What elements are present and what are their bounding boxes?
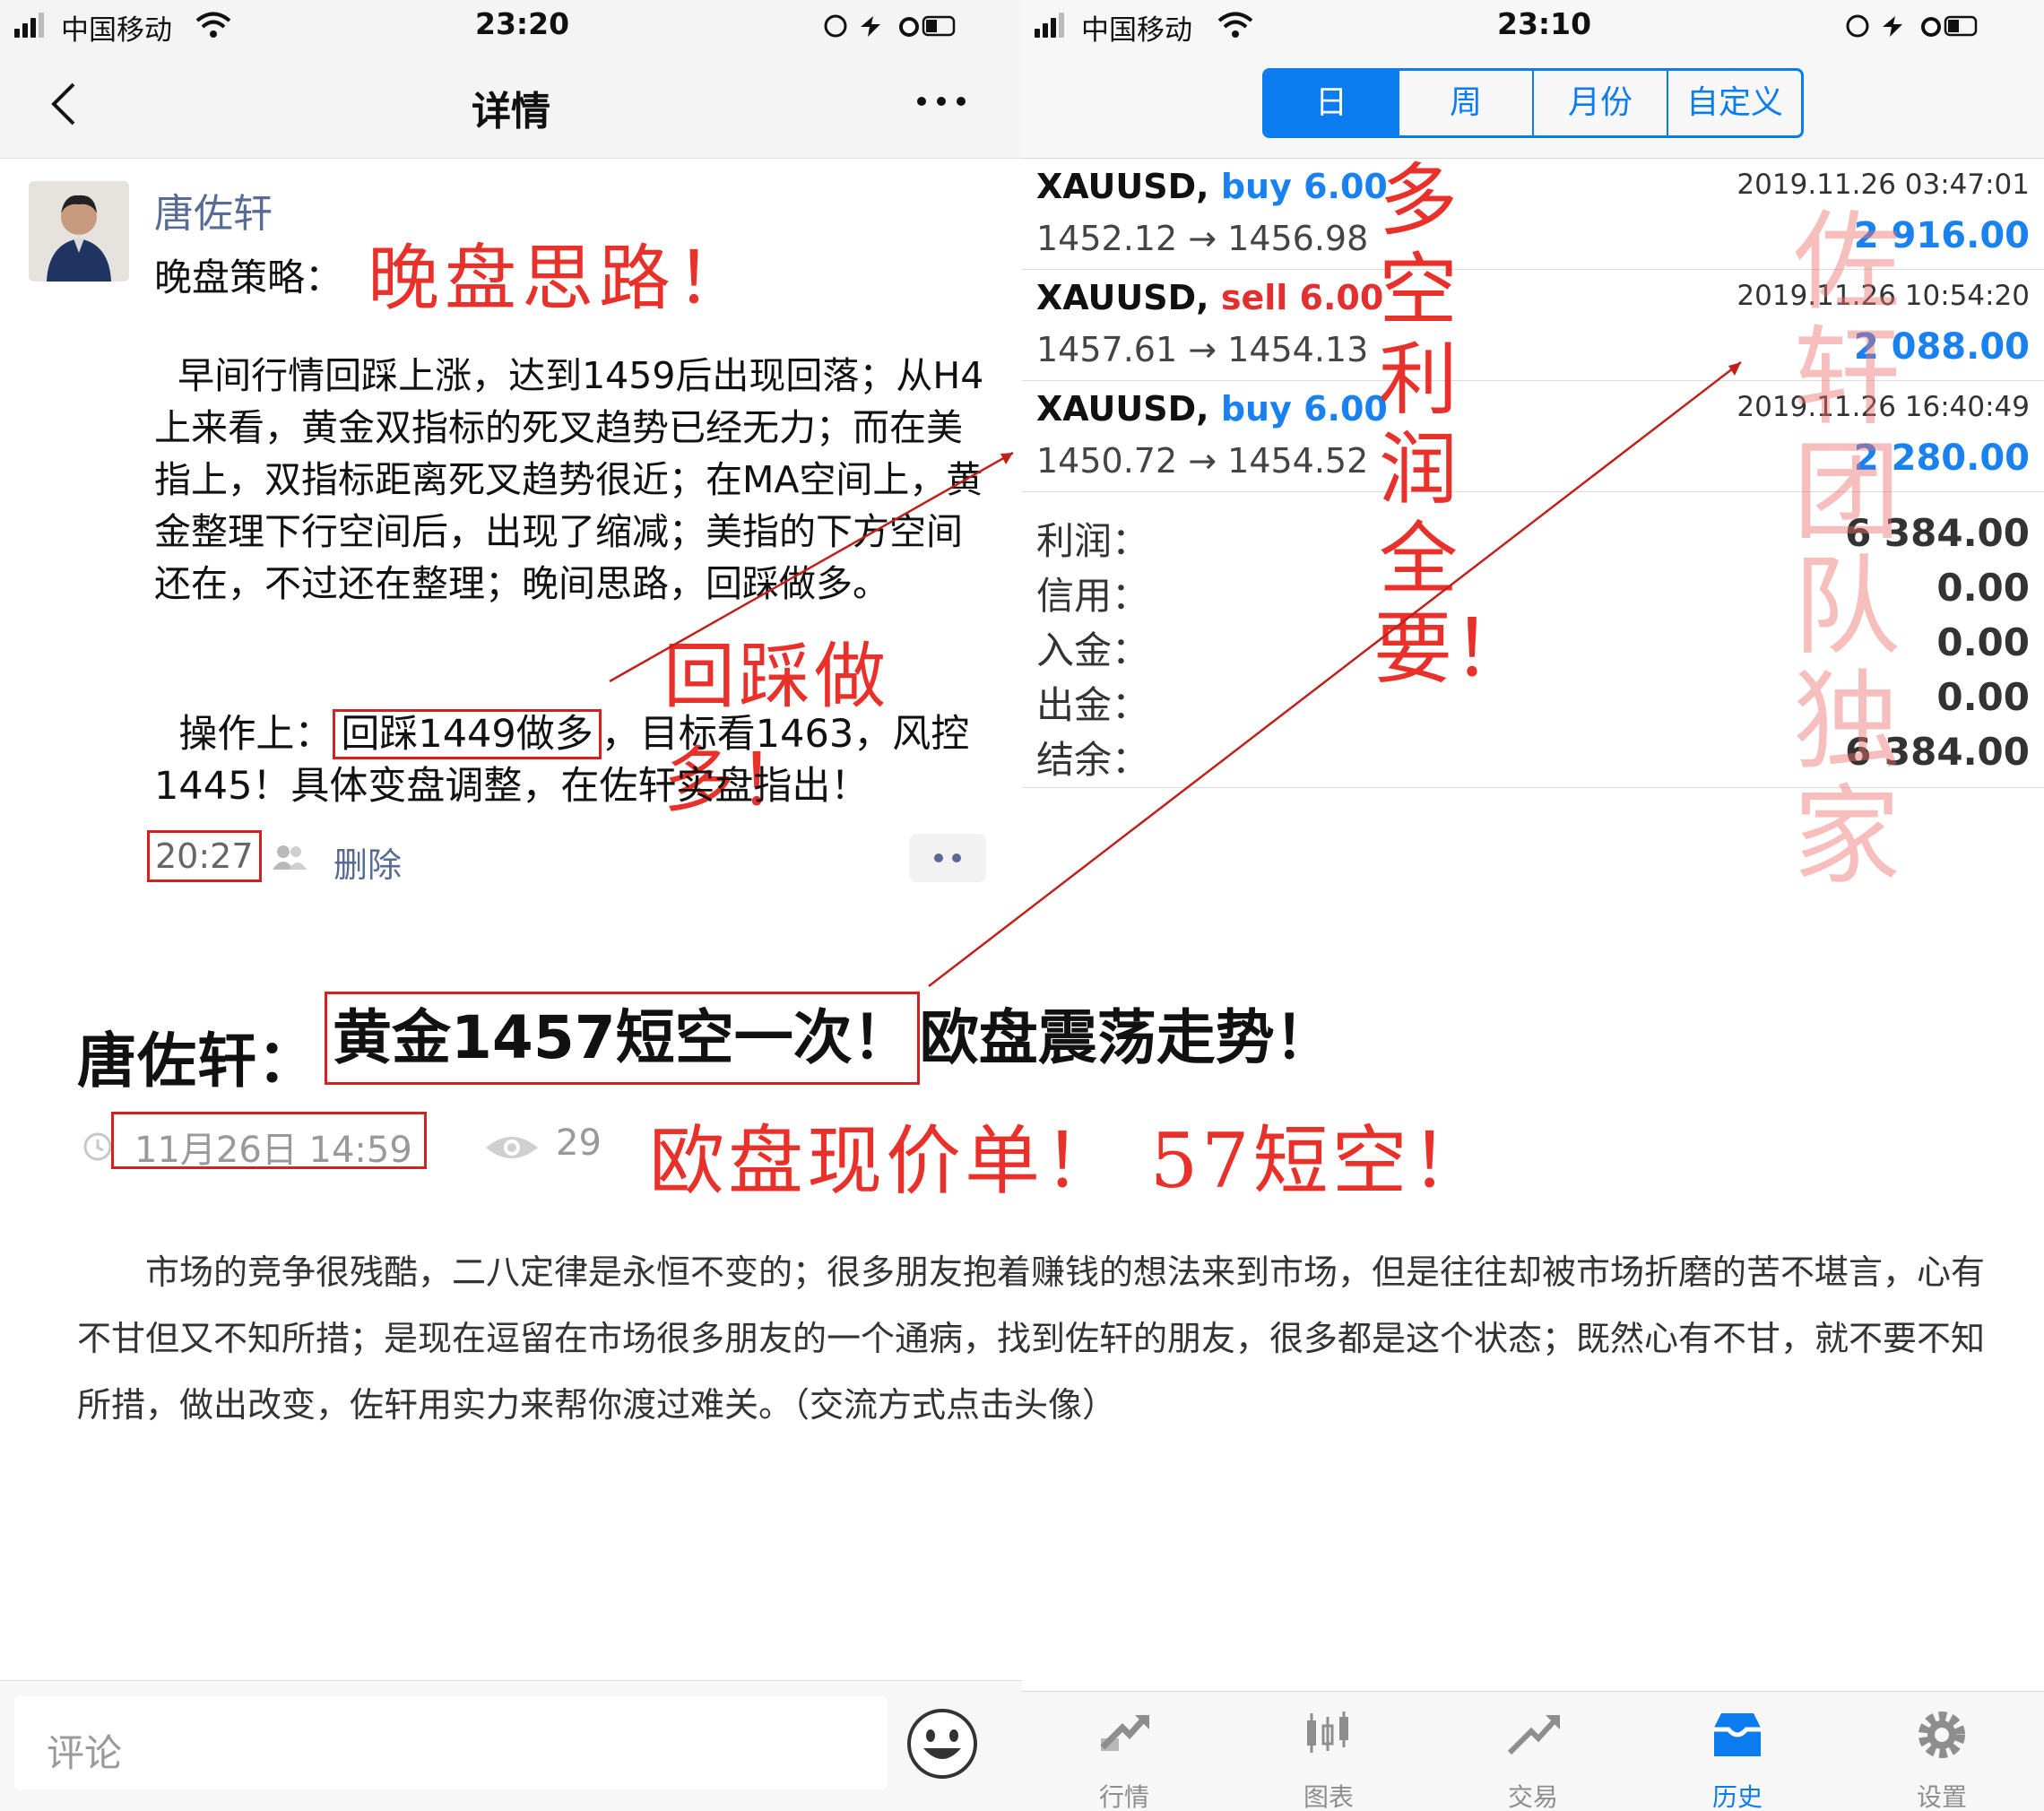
eye-icon <box>486 1137 538 1158</box>
trade-symbol: XAUUSD, buy 6.00 <box>1036 389 1388 429</box>
carrier-label: 中国移动 <box>61 14 172 47</box>
operation-highlight: 回踩1449做多 <box>333 709 602 759</box>
tab-quotes[interactable]: 行情 <box>1022 1692 1226 1811</box>
status-icons <box>824 14 956 38</box>
trade-prices: 1452.12 → 1456.98 <box>1036 219 1369 258</box>
summary-value: 0.00 <box>1936 675 2030 719</box>
more-icon[interactable] <box>914 88 968 115</box>
headline-highlight: 黄金1457短空一次！ <box>325 992 920 1085</box>
carrier-label: 中国移动 <box>1081 14 1192 47</box>
operation-prefix: 操作上： <box>154 712 333 757</box>
segment-3[interactable]: 自定义 <box>1668 71 1801 135</box>
symbol: XAUUSD, <box>1036 167 1209 206</box>
watermark-vertical: 佐轩团队独家 <box>1793 201 1901 899</box>
bottom-tab-bar: 行情 图表 交易 历史 设置 <box>1022 1691 2044 1811</box>
trade-symbol: XAUUSD, sell 6.00 <box>1036 278 1383 317</box>
headline-continuation: 黄金1457短空一次！ 欧盘震荡走势！ <box>325 992 1938 1085</box>
operation-text: 操作上： 回踩1449做多 ，目标看1463，风控1445！具体变盘调整，在佐轩实盘… <box>154 708 997 812</box>
settings-icon <box>1918 1711 1965 1758</box>
trade-prices: 1457.61 → 1454.13 <box>1036 330 1369 369</box>
author-name[interactable]: 唐佐轩 <box>154 181 273 238</box>
article-date: 11月26日 14:59 <box>134 1130 412 1171</box>
summary-label: 入金： <box>1036 628 1150 672</box>
status-bar: 中国移动 23:20 <box>0 0 1022 52</box>
post-time: 20:27 <box>147 830 262 882</box>
view-count: 29 <box>556 1122 602 1164</box>
quotes-icon <box>1100 1714 1149 1751</box>
nav-bar: 详情 <box>0 52 1022 159</box>
summary-value: 0.00 <box>1936 566 2030 610</box>
summary-label: 信用： <box>1036 574 1150 618</box>
summary-value: 0.00 <box>1936 620 2030 664</box>
left-panel: 中国移动 23:20 详情 唐佐轩 晚盘策略： 晚盘思路！ 早间行情回踩上涨，达… <box>0 0 1022 1811</box>
tab-label: 图表 <box>1303 1782 1354 1811</box>
tab-settings[interactable]: 设置 <box>1840 1692 2044 1811</box>
emoji-icon[interactable] <box>905 1707 979 1781</box>
history-icon <box>1714 1713 1761 1756</box>
avatar[interactable] <box>29 181 129 282</box>
summary-label: 出金： <box>1036 683 1150 727</box>
comment-input[interactable] <box>14 1696 888 1789</box>
tab-trade[interactable]: 交易 <box>1431 1692 1635 1811</box>
clock-time: 23:20 <box>475 6 570 41</box>
tab-chart[interactable]: 图表 <box>1226 1692 1431 1811</box>
wifi-icon <box>195 12 231 38</box>
annotation-bottom: 欧盘现价单！ 57短空！ <box>649 1117 1490 1205</box>
chart-icon <box>1307 1711 1348 1753</box>
delete-link[interactable]: 删除 <box>333 837 402 887</box>
headline-suffix: 欧盘震荡走势！ <box>919 1003 1334 1072</box>
trade-symbol: XAUUSD, buy 6.00 <box>1036 167 1388 206</box>
trade-side: sell 6.00 <box>1220 278 1384 317</box>
tab-label: 交易 <box>1507 1782 1558 1811</box>
status-icons <box>1846 14 1978 38</box>
comment-placeholder: 评论 <box>47 1731 123 1775</box>
comment-menu-button[interactable] <box>909 834 986 882</box>
symbol: XAUUSD, <box>1036 278 1209 317</box>
trade-side: buy 6.00 <box>1220 389 1388 429</box>
annotation-title: 晚盘思路！ <box>368 237 753 320</box>
headline-prefix: 唐佐轩： <box>77 1027 317 1096</box>
segment-1[interactable]: 周 <box>1399 71 1534 135</box>
dots-icon <box>934 854 961 862</box>
status-bar: 中国移动 23:10 <box>1022 0 2044 52</box>
clock-icon <box>83 1132 112 1161</box>
annotation-vertical: 多空利润全要！ <box>1373 154 1532 695</box>
tab-label: 设置 <box>1916 1782 1967 1811</box>
tab-label: 行情 <box>1098 1782 1149 1811</box>
clock-time: 23:10 <box>1497 6 1592 41</box>
signal-icon <box>1035 13 1067 38</box>
page-title: 详情 <box>472 89 550 134</box>
tab-label: 历史 <box>1711 1782 1763 1811</box>
trade-side: buy 6.00 <box>1220 167 1388 206</box>
wifi-icon <box>1217 12 1253 38</box>
trade-datetime: 2019.11.26 03:47:01 <box>1737 169 2030 201</box>
post-paragraph: 早间行情回踩上涨，达到1459后出现回落；从H4上来看，黄金双指标的死叉趋势已经… <box>154 354 984 605</box>
friends-icon <box>273 845 307 870</box>
period-segmented-control: 日周月份 自定义 <box>1262 68 1804 138</box>
symbol: XAUUSD, <box>1036 389 1209 429</box>
article-body: 市场的竞争很残酷，二八定律是永恒不变的；很多朋友抱着赚钱的想法来到市场，但是往往… <box>77 1252 1986 1425</box>
right-panel: 中国移动 23:10 日周月份 自定义 XAUUSD, buy 6.00 1452.… <box>1022 0 2044 1811</box>
trade-icon <box>1507 1715 1560 1755</box>
article-headline: 唐佐轩： <box>77 1013 317 1099</box>
summary-label: 利润： <box>1036 519 1150 563</box>
signal-icon <box>14 13 47 38</box>
trade-prices: 1450.72 → 1454.52 <box>1036 441 1369 481</box>
strategy-label: 晚盘策略： <box>154 256 343 299</box>
segment-2[interactable]: 月份 <box>1534 71 1668 135</box>
segment-0[interactable]: 日 <box>1265 71 1399 135</box>
summary-label: 结余： <box>1036 738 1150 782</box>
tab-history[interactable]: 历史 <box>1635 1692 1840 1811</box>
